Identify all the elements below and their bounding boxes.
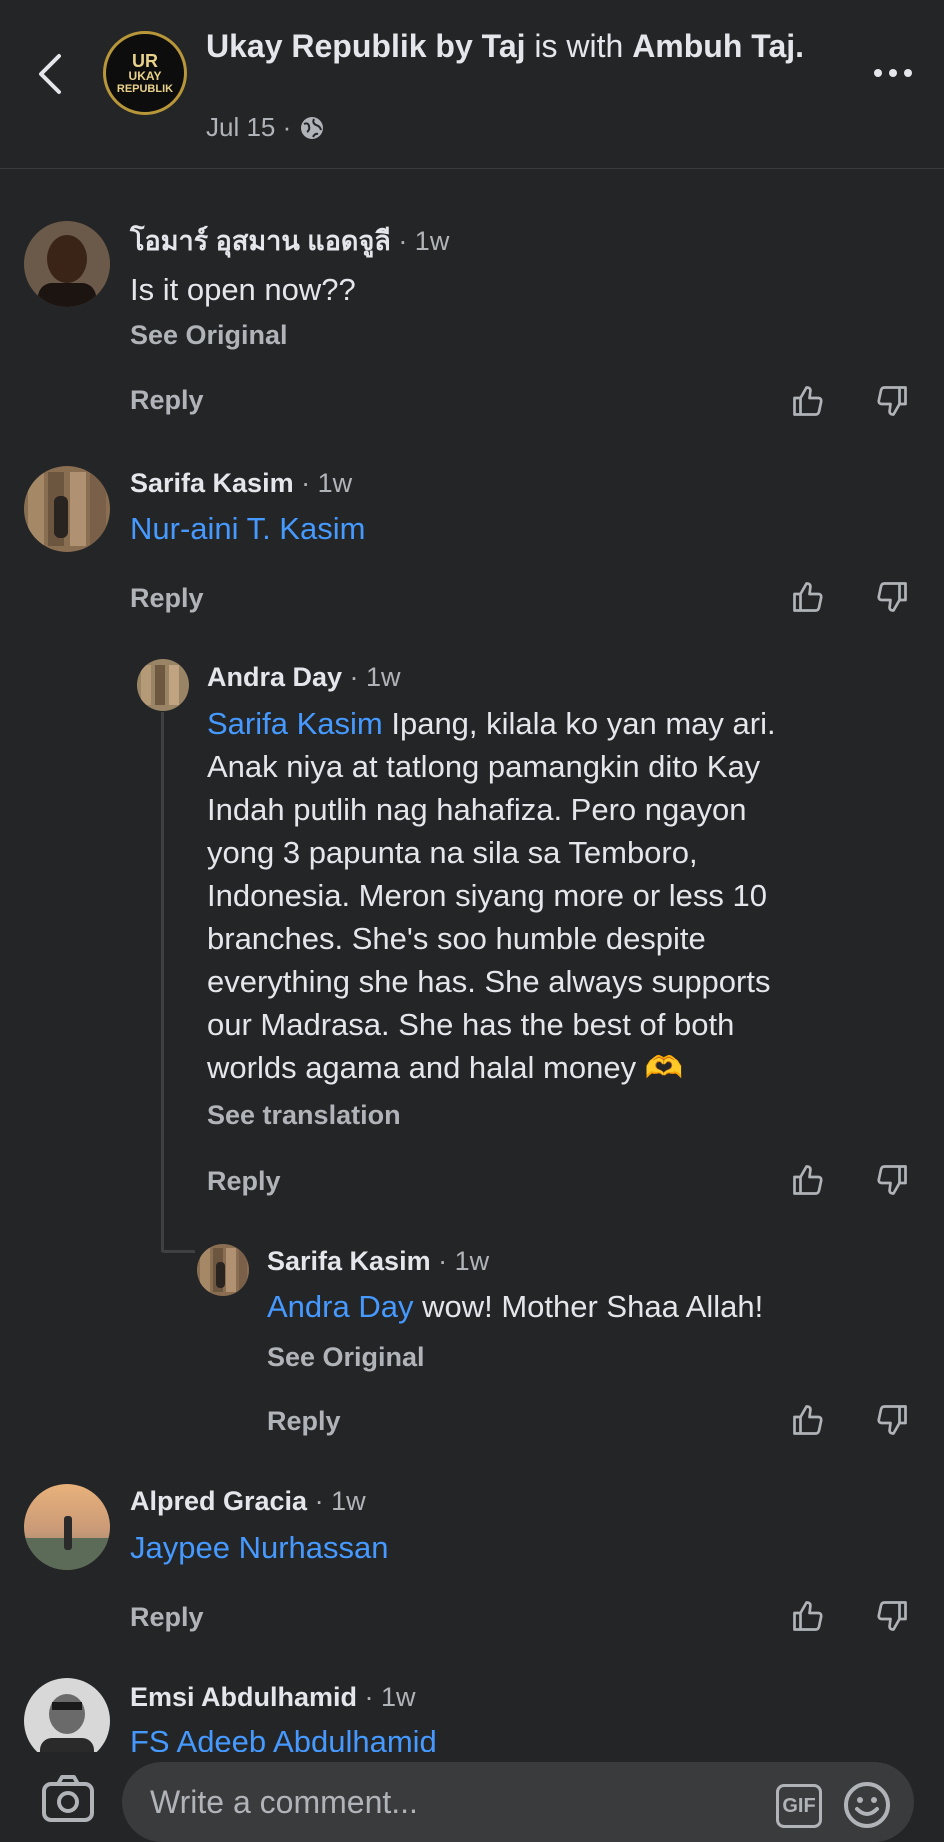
like-button[interactable]: [788, 577, 828, 617]
heart-hands-emoji: 🫶: [644, 1050, 684, 1085]
see-translation-link[interactable]: See translation: [207, 1100, 401, 1131]
thread-line: [161, 712, 164, 1252]
like-button[interactable]: [788, 381, 828, 421]
commenter-avatar[interactable]: [24, 221, 110, 307]
reply-button[interactable]: Reply: [207, 1166, 281, 1197]
dislike-button[interactable]: [872, 381, 912, 421]
reply-button[interactable]: Reply: [130, 583, 204, 614]
globe-icon: [301, 116, 324, 139]
thumbs-down-icon: [877, 1165, 907, 1195]
comment-time: · 1w: [390, 226, 450, 256]
comment-line: worlds agama and halal money 🫶: [207, 1050, 684, 1085]
mention-link[interactable]: Andra Day: [267, 1289, 413, 1324]
thumbs-up-icon: [793, 1165, 823, 1195]
reply-button[interactable]: Reply: [130, 1602, 204, 1633]
dislike-button[interactable]: [872, 1160, 912, 1200]
thread-connector: [161, 1250, 195, 1253]
avatar-crest: UR: [132, 50, 158, 71]
comment-author[interactable]: Emsi Abdulhamid: [130, 1682, 357, 1712]
see-original-link[interactable]: See Original: [267, 1342, 425, 1373]
mention-link[interactable]: Sarifa Kasim: [207, 706, 383, 741]
comment-author-line: Sarifa Kasim · 1w: [130, 466, 352, 500]
more-options-button[interactable]: [868, 58, 918, 88]
mention-link[interactable]: Nur-aini T. Kasim: [130, 507, 365, 550]
thumbs-up-icon: [793, 386, 823, 416]
emoji-button[interactable]: [842, 1780, 892, 1830]
comment-time: · 1w: [342, 662, 401, 692]
comment-author[interactable]: Andra Day: [207, 662, 342, 692]
camera-button[interactable]: [40, 1770, 96, 1826]
back-button[interactable]: [30, 48, 70, 100]
commenter-avatar[interactable]: [137, 659, 189, 711]
smiley-icon: [844, 1782, 890, 1828]
comment-composer: GIF: [0, 1752, 944, 1842]
commenter-avatar[interactable]: [24, 466, 110, 552]
comment-time: · 1w: [293, 468, 353, 498]
chevron-left-icon: [39, 54, 61, 94]
comment-author[interactable]: Alpred Gracia: [130, 1486, 307, 1516]
comment-text: Andra Day wow! Mother Shaa Allah!: [267, 1289, 764, 1324]
comment-author[interactable]: Sarifa Kasim: [130, 468, 294, 498]
dislike-button[interactable]: [872, 1400, 912, 1440]
thumbs-down-icon: [877, 582, 907, 612]
post-meta: Jul 15 ·: [206, 112, 325, 143]
camera-icon: [42, 1775, 94, 1822]
dislike-button[interactable]: [872, 577, 912, 617]
commenter-avatar[interactable]: [24, 1484, 110, 1570]
comment-time: · 1w: [357, 1682, 416, 1712]
dislike-button[interactable]: [872, 1596, 912, 1636]
comment-author-line: Alpred Gracia · 1w: [130, 1484, 366, 1518]
comment-line: Indonesia. Meron siyang more or less 10: [207, 878, 768, 913]
comment-input-container[interactable]: GIF: [122, 1762, 914, 1842]
like-button[interactable]: [788, 1160, 828, 1200]
comment-author-line: Emsi Abdulhamid · 1w: [130, 1680, 416, 1714]
comment-line: yong 3 papunta na sila sa Temboro,: [207, 835, 698, 870]
comment-time: · 1w: [307, 1486, 366, 1516]
thumbs-up-icon: [793, 1601, 823, 1631]
comment-line: our Madrasa. She has the best of both: [207, 1007, 735, 1042]
more-icon: [874, 69, 912, 77]
comment-line: everything she has. She always supports: [207, 964, 771, 999]
commenter-avatar[interactable]: [197, 1244, 249, 1296]
post-header: UR UKAY REPUBLIK Ukay Republik by Taj is…: [0, 0, 944, 169]
comment-author[interactable]: Sarifa Kasim: [267, 1246, 431, 1276]
post-date[interactable]: Jul 15 ·: [206, 112, 291, 143]
page-name-link[interactable]: Ukay Republik by Taj: [206, 28, 526, 64]
comment-text: Is it open now??: [130, 272, 356, 307]
mention-link[interactable]: Jaypee Nurhassan: [130, 1526, 389, 1569]
comment-author[interactable]: โอมาร์ อุสมาน แอดจูลี: [130, 226, 391, 256]
thumbs-up-icon: [793, 582, 823, 612]
comment-line: Indah putlih nag hahafiza. Pero ngayon: [207, 792, 747, 827]
thumbs-down-icon: [877, 1405, 907, 1435]
reply-button[interactable]: Reply: [267, 1406, 341, 1437]
comment-line: branches. She's soo humble despite: [207, 921, 706, 956]
comment-line: Anak niya at tatlong pamangkin dito Kay: [207, 749, 761, 784]
comment-text: Sarifa Kasim Ipang, kilala ko yan may ar…: [207, 702, 927, 1089]
comment-time: · 1w: [430, 1246, 490, 1276]
thumbs-down-icon: [877, 386, 907, 416]
with-text: is with: [525, 28, 633, 64]
page-avatar[interactable]: UR UKAY REPUBLIK: [103, 31, 187, 115]
reply-button[interactable]: Reply: [130, 385, 204, 416]
thumbs-down-icon: [877, 1601, 907, 1631]
thumbs-up-icon: [793, 1405, 823, 1435]
comment-author-line: Andra Day · 1w: [207, 660, 401, 694]
comment-author-line: Sarifa Kasim · 1w: [267, 1244, 489, 1278]
comment-author-line: โอมาร์ อุสมาน แอดจูลี · 1w: [130, 224, 449, 258]
tagged-user-link[interactable]: Ambuh Taj.: [632, 28, 804, 64]
post-title: Ukay Republik by Taj is with Ambuh Taj.: [206, 26, 836, 66]
see-original-link[interactable]: See Original: [130, 320, 288, 351]
like-button[interactable]: [788, 1400, 828, 1440]
avatar-text-line1: UKAY: [128, 68, 162, 83]
comment-input[interactable]: [148, 1776, 752, 1828]
avatar-text-line2: REPUBLIK: [116, 82, 174, 95]
like-button[interactable]: [788, 1596, 828, 1636]
gif-button[interactable]: GIF: [776, 1784, 822, 1828]
comment-line: Sarifa Kasim Ipang, kilala ko yan may ar…: [207, 706, 776, 741]
